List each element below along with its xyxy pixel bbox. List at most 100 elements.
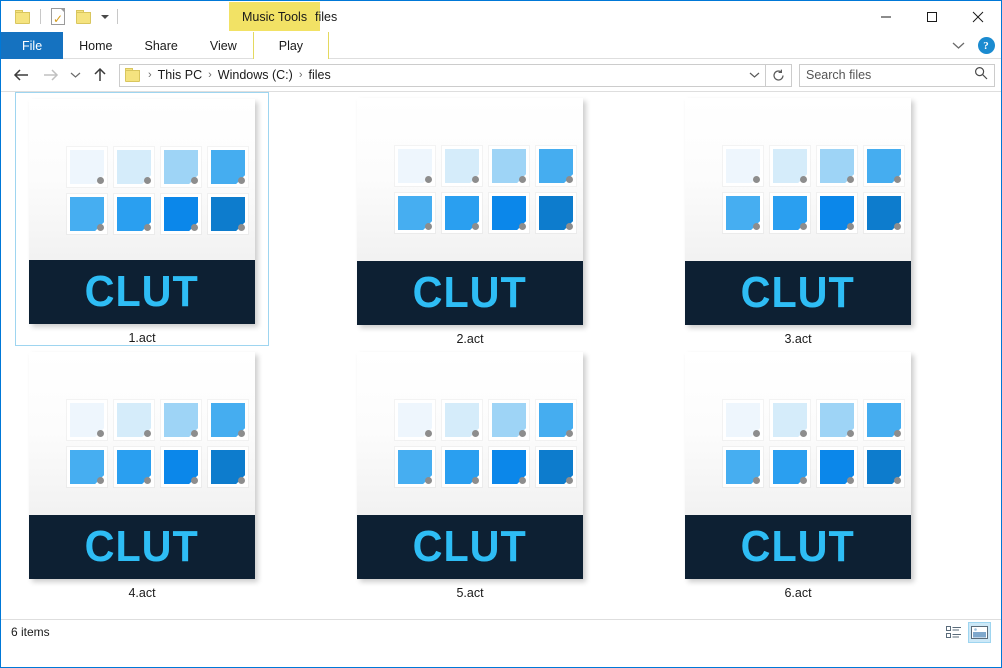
new-folder-icon[interactable] [71,4,97,30]
tab-file[interactable]: File [1,32,64,59]
color-swatch-dot [425,430,432,437]
file-item[interactable]: CLUT 6.act [671,346,925,600]
tab-share[interactable]: Share [129,32,194,59]
file-item[interactable]: CLUT 1.act [15,92,269,346]
search-icon[interactable] [974,66,988,85]
tab-play-label: Play [278,38,304,53]
folder-icon[interactable] [10,4,36,30]
color-swatch-dot [847,176,854,183]
tab-share-label: Share [144,38,178,53]
color-swatch-dot [425,176,432,183]
color-swatch [489,146,529,186]
color-swatch [161,447,201,487]
tab-home[interactable]: Home [63,32,128,59]
search-input[interactable] [806,68,974,82]
breadcrumb-separator: › [148,69,152,81]
color-swatch [208,447,248,487]
contextual-tools-header: Music Tools [229,2,321,31]
color-swatch [489,447,529,487]
clut-file-icon: CLUT [685,98,911,325]
color-swatch-dot [144,177,151,184]
tab-file-label: File [22,38,43,53]
clut-banner-label: CLUT [412,268,528,317]
color-swatch [208,147,248,187]
view-toggle-group [942,621,991,643]
color-swatch [864,447,904,487]
clut-banner: CLUT [29,515,255,579]
window-controls [863,1,1001,32]
color-swatch-dot [238,177,245,184]
color-swatch [67,447,107,487]
color-swatch-dot [144,430,151,437]
clut-banner-label: CLUT [740,268,856,317]
color-swatch-dot [97,224,104,231]
color-swatch [864,146,904,186]
forward-button[interactable] [36,61,65,89]
breadcrumb-separator: › [208,69,212,81]
color-swatch [817,146,857,186]
file-item[interactable]: CLUT 4.act [15,346,269,600]
clut-banner: CLUT [357,515,583,579]
color-swatch-dot [472,223,479,230]
file-explorer-window: ✓ Music Tools files File Home Share View… [0,0,1002,668]
tab-view[interactable]: View [194,32,253,59]
color-swatch [395,400,435,440]
breadcrumb-dropdown-icon[interactable] [745,65,763,86]
refresh-button[interactable] [766,63,792,87]
file-item[interactable]: CLUT 5.act [343,346,597,600]
help-icon[interactable]: ? [975,35,997,57]
color-swatch-dot [191,224,198,231]
color-swatch [161,194,201,234]
color-swatch-grid [723,400,904,487]
color-swatch [817,193,857,233]
properties-icon[interactable]: ✓ [45,4,71,30]
search-box[interactable] [799,63,995,87]
color-swatch [208,194,248,234]
color-swatch-grid [395,146,576,233]
file-name-label: 5.act [456,586,484,600]
color-swatch-grid [67,400,248,487]
breadcrumb-item-this-pc[interactable]: This PC [154,68,206,82]
color-swatch [489,400,529,440]
color-swatch [723,400,763,440]
address-bar-row: › This PC › Windows (C:) › files [1,59,1001,91]
close-button[interactable] [955,1,1001,32]
file-item[interactable]: CLUT 3.act [671,92,925,346]
breadcrumb[interactable]: › This PC › Windows (C:) › files [119,63,766,87]
color-swatch-dot [238,224,245,231]
color-swatch [395,447,435,487]
color-swatch-dot [519,430,526,437]
clut-file-icon: CLUT [357,98,583,325]
color-swatch [864,400,904,440]
chevron-down-icon[interactable] [947,35,969,57]
clut-file-icon: CLUT [29,99,255,324]
back-button[interactable] [7,61,36,89]
breadcrumb-item-files[interactable]: files [304,68,334,82]
color-swatch [161,147,201,187]
recent-locations-button[interactable] [65,61,85,89]
details-view-button[interactable] [942,622,965,643]
color-swatch [395,193,435,233]
large-icons-view-button[interactable] [968,621,991,643]
customize-dropdown-icon[interactable] [97,4,113,30]
color-swatch [489,193,529,233]
up-button[interactable] [85,61,114,89]
clut-banner: CLUT [357,261,583,325]
color-swatch [395,146,435,186]
tab-home-label: Home [79,38,113,53]
color-swatch [114,400,154,440]
file-name-label: 3.act [784,332,812,346]
file-list-view[interactable]: CLUT 1.act CLUT 2.act CLUT 3.act CLUT 4.… [1,91,1001,644]
color-swatch-dot [800,223,807,230]
color-swatch-dot [519,477,526,484]
clut-banner-label: CLUT [84,267,200,316]
color-swatch-dot [144,477,151,484]
file-item[interactable]: CLUT 2.act [343,92,597,346]
color-swatch-grid [723,146,904,233]
color-swatch [442,400,482,440]
tab-play[interactable]: Play [252,32,330,59]
maximize-button[interactable] [909,1,955,32]
color-swatch [536,447,576,487]
minimize-button[interactable] [863,1,909,32]
breadcrumb-item-windows-c[interactable]: Windows (C:) [214,68,297,82]
